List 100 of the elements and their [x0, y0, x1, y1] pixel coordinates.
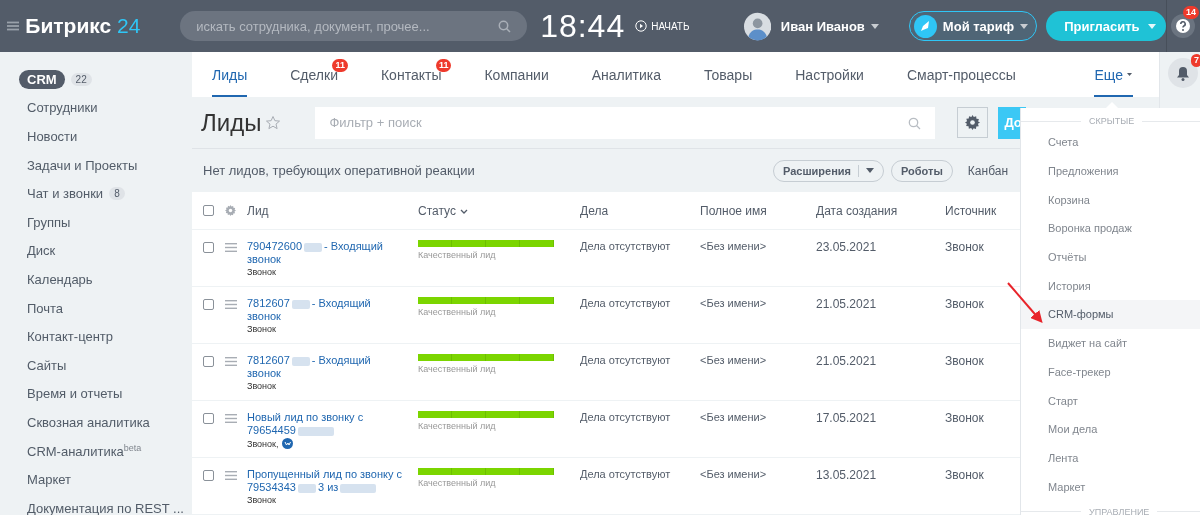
sidebar-item-label: Маркет [27, 472, 72, 488]
row-checkbox[interactable] [203, 413, 214, 424]
lead-link[interactable]: 7812607 - Входящий звонок [247, 297, 418, 323]
count-badge: 8 [109, 187, 125, 201]
sidebar-item[interactable]: Новости [0, 122, 192, 151]
sidebar-item[interactable]: Маркет [0, 465, 192, 494]
table-cell-text: Звонок [945, 468, 985, 482]
star-icon[interactable] [265, 114, 282, 131]
chevron-icon [459, 208, 468, 215]
column-header[interactable]: Дата создания [816, 203, 945, 218]
table-cell-text: Дела отсутствуют [580, 240, 672, 252]
sidebar-item-label: Новости [27, 129, 78, 144]
sidebar-item-label: Диск [27, 243, 56, 259]
tab[interactable]: Лиды [212, 52, 248, 98]
row-checkbox[interactable] [203, 470, 214, 481]
sidebar-item[interactable]: Сайты [0, 350, 192, 380]
tab[interactable]: Компании [484, 52, 549, 98]
chat-icon [281, 438, 293, 449]
table-cell-text: <Без имени> [700, 411, 768, 423]
sidebar-item[interactable]: Время и отчеты [0, 379, 192, 409]
tab[interactable]: Настройки [795, 52, 864, 98]
start-button[interactable]: НАЧАТЬ [635, 20, 690, 32]
drag-handle-icon[interactable] [225, 243, 237, 252]
sidebar-item[interactable]: Задачи и Проекты [0, 150, 192, 180]
sidebar-item-label: Группы [27, 214, 71, 230]
row-checkbox[interactable] [203, 356, 214, 367]
sidebar-item-label: Чат и звонки [27, 186, 104, 202]
tariff-button[interactable]: Мой тариф [908, 11, 1038, 41]
status-label: Качественный лид [418, 307, 497, 317]
search-icon[interactable] [908, 116, 922, 130]
status-label: Качественный лид [418, 250, 497, 260]
lead-link[interactable]: Новый лид по звонку с 79654459 [247, 411, 418, 437]
select-all-checkbox[interactable] [203, 205, 214, 216]
tab[interactable]: Товары [704, 52, 753, 98]
sidebar-item[interactable]: Диск [0, 236, 192, 266]
tab-badge: 11 [435, 59, 452, 72]
column-header[interactable]: Лид [247, 203, 418, 218]
sidebar-item-label: Календарь [27, 271, 93, 287]
drag-handle-icon[interactable] [225, 414, 237, 423]
search-icon[interactable] [498, 20, 512, 33]
help-icon[interactable] [1171, 14, 1196, 38]
sidebar-item[interactable]: Группы [0, 207, 192, 237]
table-cell-text: Звонок [945, 297, 985, 311]
play-icon [635, 20, 648, 32]
table-cell-text: Звонок [945, 354, 985, 368]
table-cell-text: 21.05.2021 [816, 297, 878, 311]
sidebar-item[interactable]: Документация по REST ... [0, 493, 192, 515]
tab[interactable]: Смарт-процессы [906, 52, 1016, 98]
table-cell-text: <Без имени> [700, 468, 768, 480]
sidebar-item[interactable]: CRM-аналитика$^{beta}$ [0, 436, 192, 466]
lead-link[interactable]: 7812607 - Входящий звонок [247, 354, 418, 380]
sidebar-item[interactable]: Контакт-центр [0, 322, 192, 351]
table-cell-text: <Без имени> [700, 354, 768, 366]
gear-icon[interactable] [225, 205, 236, 216]
lead-link[interactable]: Пропущенный лид по звонку с 79534343 3 из [247, 468, 418, 494]
source-note: Звонок [247, 381, 277, 391]
column-header[interactable]: Дела [580, 203, 700, 218]
row-checkbox[interactable] [203, 242, 214, 253]
column-header[interactable]: Полное имя [700, 203, 816, 218]
more-tab[interactable]: Еще [1093, 52, 1133, 98]
source-note: Звонок, [247, 438, 279, 449]
notification-badge: 14 [1183, 6, 1199, 19]
menu-item[interactable]: CRM-формы [1021, 300, 1200, 329]
table-cell-text: 17.05.2021 [816, 411, 878, 425]
sidebar-item[interactable]: Почта [0, 293, 192, 323]
tab[interactable]: Аналитика [591, 52, 662, 98]
sidebar-item[interactable]: Календарь [0, 265, 192, 294]
sidebar-item[interactable]: Сквозная аналитика [0, 408, 192, 437]
drag-handle-icon[interactable] [225, 471, 237, 480]
settings-button[interactable] [957, 107, 989, 139]
table-cell-text: 13.05.2021 [816, 468, 878, 482]
sidebar-item[interactable]: CRM 22 [0, 65, 192, 94]
logo[interactable]: Битрикс 24 [25, 14, 181, 38]
menu-icon[interactable] [7, 20, 20, 32]
drag-handle-icon[interactable] [225, 300, 237, 309]
caret-icon [866, 168, 875, 174]
caret-icon [870, 23, 879, 29]
caret-icon [1127, 73, 1132, 77]
table-cell-text: Дела отсутствуют [580, 297, 672, 309]
caret-icon [1020, 23, 1029, 29]
user-menu[interactable]: Иван Иванов [780, 18, 879, 34]
column-header[interactable]: Статус [418, 203, 580, 218]
status-label: Качественный лид [418, 364, 497, 374]
sidebar-item-label: Сайты [27, 357, 67, 373]
lead-link[interactable]: 790472600 - Входящий звонок [247, 240, 418, 266]
sidebar-item[interactable]: Сотрудники [0, 93, 192, 123]
search-field[interactable]: искать сотрудника, документ, прочее... [180, 11, 528, 41]
table-cell-text: <Без имени> [700, 240, 768, 252]
sidebar-item-label: Сотрудники [27, 100, 98, 116]
drag-handle-icon[interactable] [225, 357, 237, 366]
notifications-button[interactable] [1168, 58, 1198, 88]
table-cell-text: <Без имени> [700, 297, 768, 309]
row-checkbox[interactable] [203, 299, 214, 310]
caret-icon [1147, 23, 1156, 29]
source-note: Звонок [247, 267, 277, 277]
filter-field[interactable]: Фильтр + поиск [315, 106, 936, 139]
avatar[interactable] [743, 10, 771, 42]
kanban-link[interactable]: Канбан [967, 163, 1009, 178]
table-cell-text: Звонок [945, 240, 985, 254]
sidebar-item[interactable]: Чат и звонки 8 [0, 179, 192, 208]
